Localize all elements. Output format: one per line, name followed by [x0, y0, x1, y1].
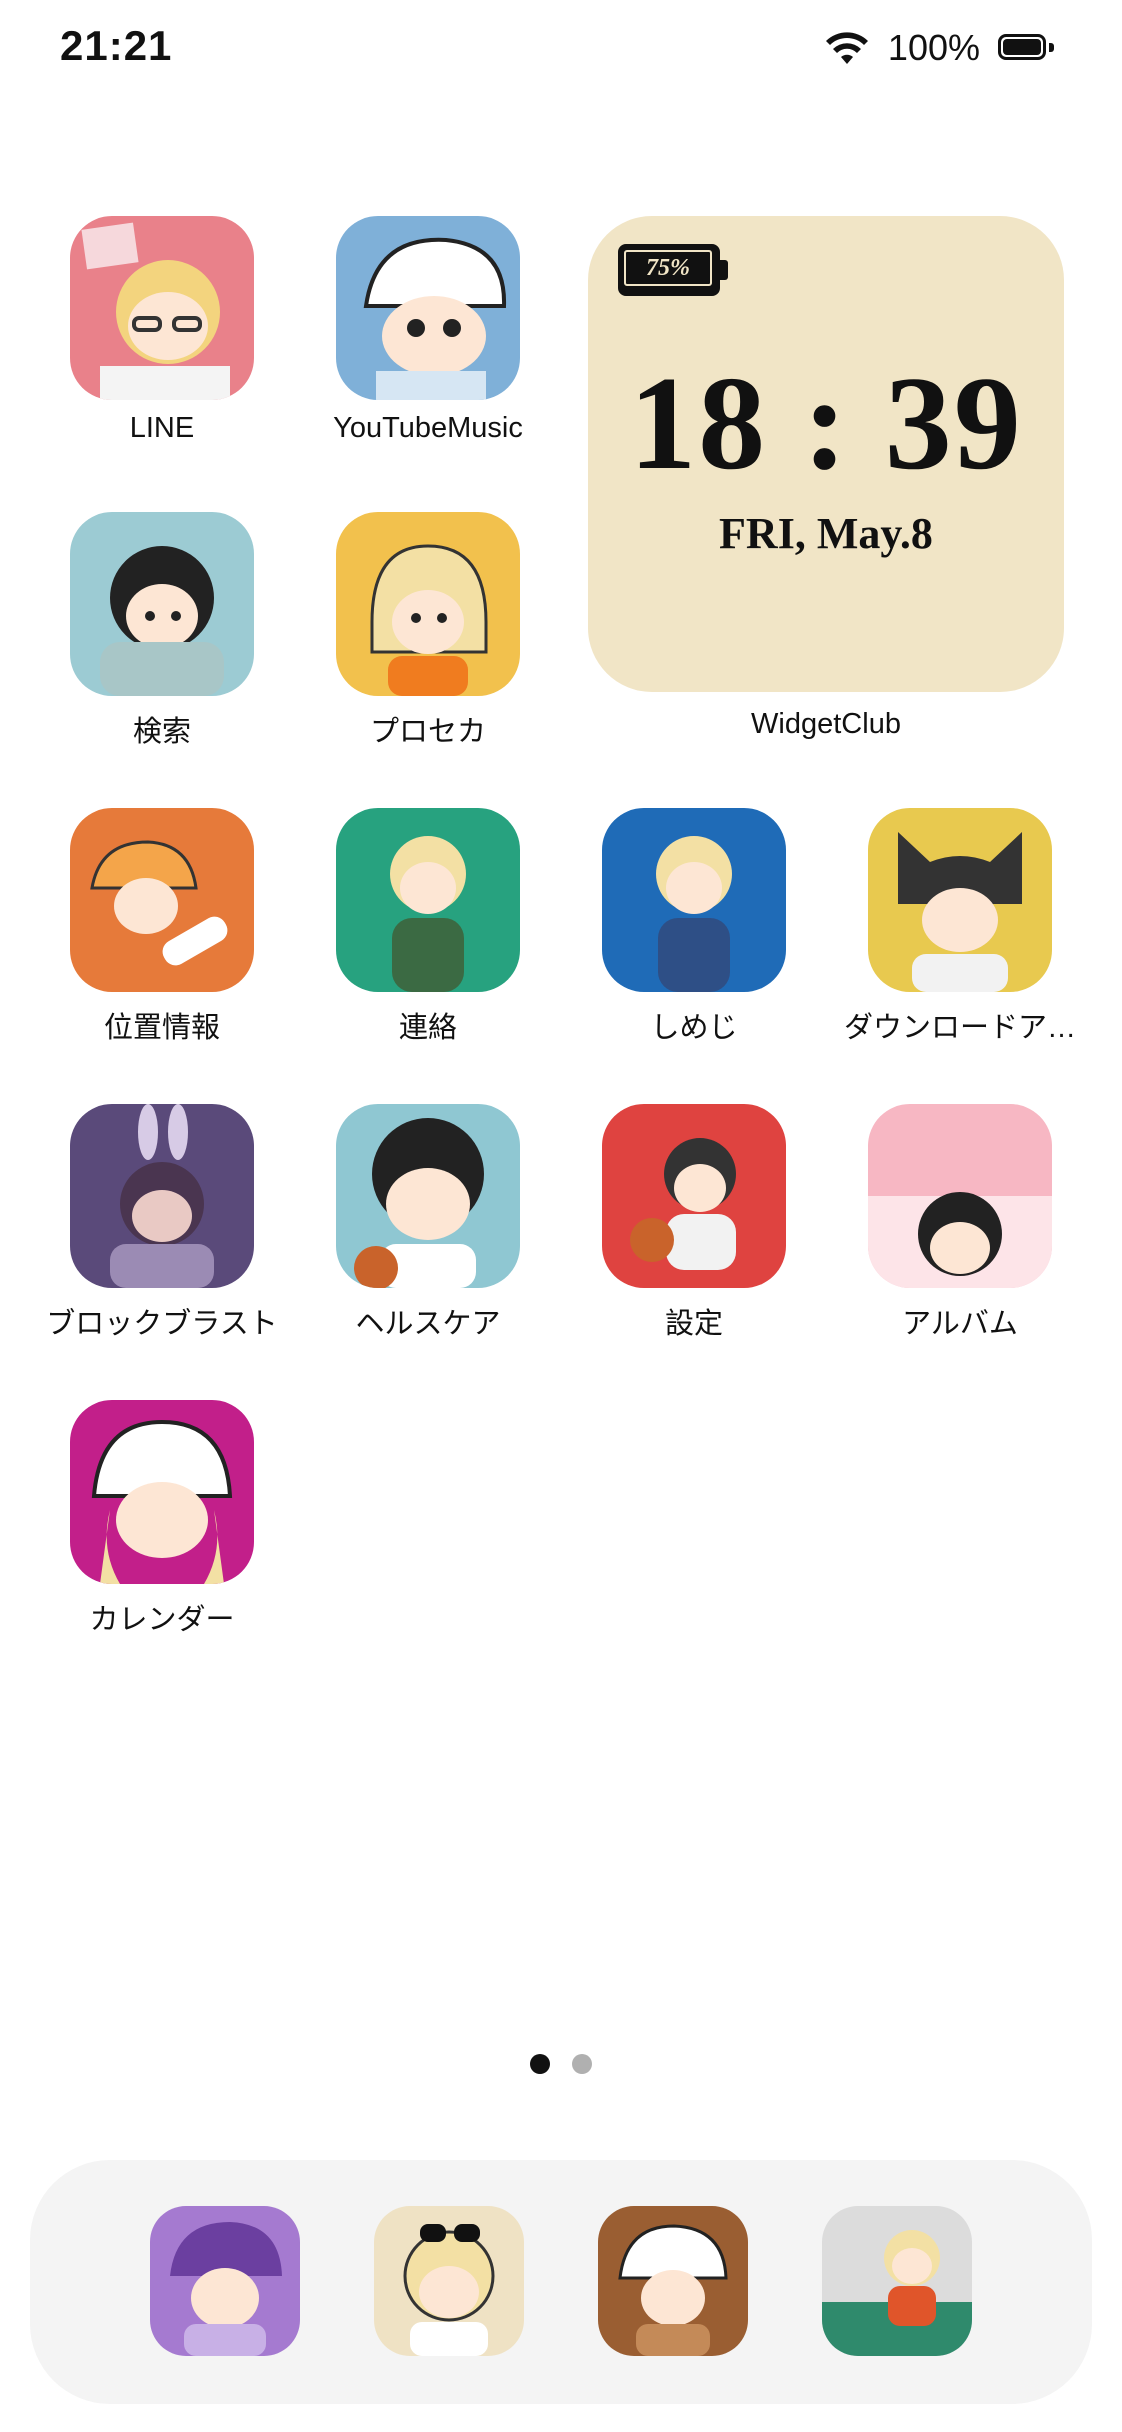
health-app-icon: [336, 1104, 520, 1288]
widget-time: 18 : 39: [629, 349, 1023, 497]
app-label: アルバム: [902, 1308, 1018, 1340]
app-search[interactable]: 検索: [42, 512, 282, 750]
location-app-icon: [70, 808, 254, 992]
page-dot-1[interactable]: [530, 2054, 550, 2074]
app-shimeji[interactable]: しめじ: [574, 808, 814, 1046]
app-label: 連絡: [398, 1012, 457, 1044]
app-label: YouTubeMusic: [333, 412, 523, 444]
app-download[interactable]: ダウンロードア…: [840, 808, 1080, 1046]
status-right: 100%: [824, 26, 1054, 70]
page-dot-2[interactable]: [572, 2054, 592, 2074]
app-label: 検索: [132, 716, 191, 748]
app-label: ヘルスケア: [355, 1308, 501, 1340]
widget-label: WidgetClub: [751, 708, 901, 740]
dock-app-3-icon[interactable]: [598, 2206, 748, 2356]
app-label: プロセカ: [369, 716, 486, 748]
app-location[interactable]: 位置情報: [42, 808, 282, 1046]
app-label: カレンダー: [89, 1604, 235, 1636]
dock: [30, 2160, 1092, 2404]
battery-icon: [998, 34, 1054, 62]
calendar-app-icon: [70, 1400, 254, 1584]
app-contacts[interactable]: 連絡: [308, 808, 548, 1046]
youtubemusic-app-icon: [336, 216, 520, 400]
line-app-icon: [70, 216, 254, 400]
app-album[interactable]: アルバム: [840, 1104, 1080, 1342]
download-app-icon: [868, 808, 1052, 992]
app-blockblast[interactable]: ブロックブラスト: [42, 1104, 282, 1342]
app-label: ブロックブラスト: [46, 1308, 278, 1340]
widget-battery-icon: 75%: [618, 244, 728, 296]
widget-date: FRI, May.8: [719, 509, 933, 558]
settings-app-icon: [602, 1104, 786, 1288]
wifi-icon: [825, 32, 868, 64]
app-label: 設定: [664, 1308, 723, 1340]
app-calendar[interactable]: カレンダー: [42, 1400, 282, 1638]
search-app-icon: [70, 512, 254, 696]
dock-app-1-icon[interactable]: [150, 2206, 300, 2356]
app-proseka[interactable]: プロセカ: [308, 512, 548, 750]
battery-percent: 100%: [887, 27, 980, 68]
blockblast-app-icon: [70, 1104, 254, 1288]
status-time: 21:21: [60, 22, 173, 69]
clock-widget[interactable]: 75% 18 : 39 FRI, May.8: [588, 216, 1064, 692]
page-indicator[interactable]: [0, 2054, 1122, 2074]
shimeji-app-icon: [602, 808, 786, 992]
app-youtubemusic[interactable]: YouTubeMusic: [308, 216, 548, 445]
app-label: しめじ: [650, 1012, 738, 1044]
app-label: 位置情報: [103, 1012, 220, 1044]
widget-battery-value: 75%: [624, 250, 712, 286]
dock-app-2-icon[interactable]: [374, 2206, 524, 2356]
proseka-app-icon: [336, 512, 520, 696]
app-settings[interactable]: 設定: [574, 1104, 814, 1342]
album-app-icon: [868, 1104, 1052, 1288]
app-health[interactable]: ヘルスケア: [308, 1104, 548, 1342]
app-line[interactable]: LINE: [42, 216, 282, 445]
contacts-app-icon: [336, 808, 520, 992]
app-label: LINE: [129, 412, 195, 444]
dock-app-4-icon[interactable]: [822, 2206, 972, 2356]
app-label: ダウンロードア…: [843, 1012, 1076, 1044]
